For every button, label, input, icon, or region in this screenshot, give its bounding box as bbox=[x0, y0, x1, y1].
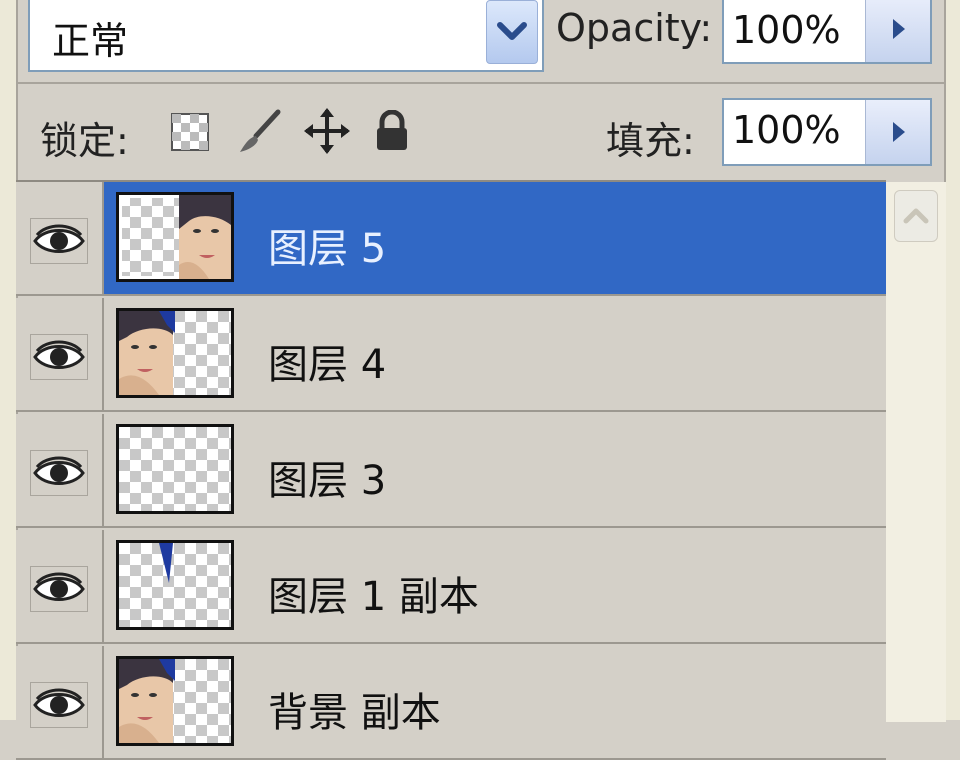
move-icon[interactable] bbox=[302, 106, 352, 160]
layer-row[interactable]: 图层 4 bbox=[16, 298, 886, 412]
layer-thumbnail[interactable] bbox=[116, 192, 234, 282]
layer-row[interactable]: 图层 3 bbox=[16, 414, 886, 528]
layer-name[interactable]: 图层 4 bbox=[268, 332, 386, 390]
layer-name[interactable]: 图层 5 bbox=[268, 216, 386, 274]
fill-value: 100% bbox=[732, 108, 841, 152]
layer-row[interactable]: 图层 5 bbox=[16, 182, 886, 296]
visibility-cell[interactable] bbox=[16, 414, 104, 526]
layer-row[interactable]: 背景 副本 bbox=[16, 646, 886, 760]
visibility-cell[interactable] bbox=[16, 298, 104, 410]
layer-row[interactable]: 图层 1 副本 bbox=[16, 530, 886, 644]
layer-name[interactable]: 背景 副本 bbox=[268, 680, 441, 738]
triangle-right-icon bbox=[893, 19, 905, 39]
layer-thumbnail[interactable] bbox=[116, 424, 234, 514]
eye-icon[interactable] bbox=[30, 334, 88, 380]
right-border bbox=[944, 0, 960, 720]
opacity-field[interactable]: 100% bbox=[722, 0, 932, 64]
layer-thumbnail[interactable] bbox=[116, 308, 234, 398]
fill-slider-button[interactable] bbox=[865, 100, 930, 164]
opacity-slider-button[interactable] bbox=[865, 0, 930, 62]
brush-icon[interactable] bbox=[234, 106, 286, 162]
blend-mode-value: 正常 bbox=[52, 19, 129, 63]
visibility-cell[interactable] bbox=[16, 646, 104, 758]
layer-thumbnail[interactable] bbox=[116, 656, 234, 746]
opacity-label: Opacity: bbox=[556, 6, 713, 50]
opacity-value: 100% bbox=[732, 8, 841, 52]
eye-icon[interactable] bbox=[30, 218, 88, 264]
divider bbox=[16, 82, 946, 84]
chevron-down-icon[interactable] bbox=[486, 0, 538, 64]
scroll-up-icon bbox=[903, 208, 929, 224]
lock-transparency-icon[interactable] bbox=[168, 110, 212, 158]
lock-icon[interactable] bbox=[372, 109, 412, 158]
layers-list: 图层 5 图层 4 图层 3 图层 1 副本 背景 副本 bbox=[16, 180, 886, 760]
visibility-cell[interactable] bbox=[16, 530, 104, 642]
fill-field[interactable]: 100% bbox=[722, 98, 932, 166]
eye-icon[interactable] bbox=[30, 682, 88, 728]
layer-name[interactable]: 图层 1 副本 bbox=[268, 564, 479, 622]
layer-thumbnail[interactable] bbox=[116, 540, 234, 630]
visibility-cell[interactable] bbox=[16, 182, 104, 294]
lock-label: 锁定: bbox=[40, 119, 129, 163]
eye-icon[interactable] bbox=[30, 450, 88, 496]
eye-icon[interactable] bbox=[30, 566, 88, 612]
layer-name[interactable]: 图层 3 bbox=[268, 448, 386, 506]
scroll-up-button[interactable] bbox=[894, 190, 938, 242]
triangle-right-icon bbox=[893, 122, 905, 142]
fill-label: 填充: bbox=[606, 119, 695, 163]
blend-mode-select[interactable]: 正常 bbox=[28, 0, 544, 72]
layers-scrollbar[interactable] bbox=[886, 182, 946, 722]
